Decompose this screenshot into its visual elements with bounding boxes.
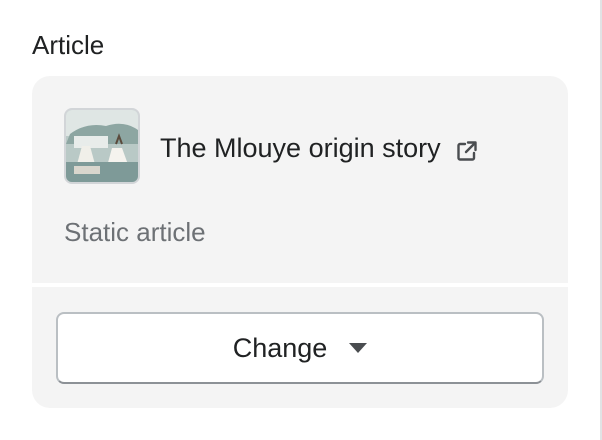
article-title[interactable]: The Mlouye origin story bbox=[160, 130, 479, 166]
article-type-label: Static article bbox=[64, 217, 206, 247]
article-title-text[interactable]: The Mlouye origin story bbox=[160, 130, 441, 166]
article-thumbnail bbox=[64, 108, 140, 184]
article-thumbnail-image bbox=[66, 110, 138, 182]
article-card: The Mlouye origin story Static article C… bbox=[32, 76, 568, 408]
change-button-label: Change bbox=[232, 332, 328, 363]
article-summary: The Mlouye origin story Static article bbox=[32, 76, 568, 284]
card-divider bbox=[32, 283, 568, 287]
section-heading: Article bbox=[32, 30, 105, 60]
article-panel: Article The Mlouye origin story Static a… bbox=[0, 0, 602, 440]
caret-down-icon bbox=[349, 343, 368, 353]
change-button[interactable]: Change bbox=[56, 312, 544, 384]
external-link-icon[interactable] bbox=[455, 136, 479, 161]
